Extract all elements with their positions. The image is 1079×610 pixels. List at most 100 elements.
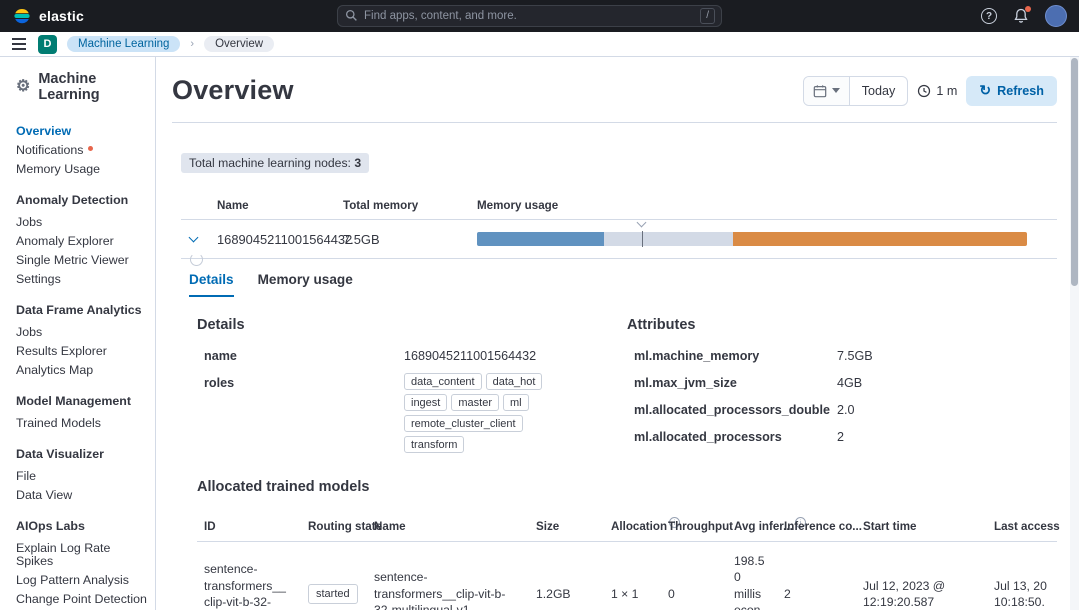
models-table: ID Routing state Name Size Allocation Th… bbox=[197, 511, 1060, 610]
jvm-limit-marker-line bbox=[642, 231, 643, 247]
sidebar-item-analytics-map[interactable]: Analytics Map bbox=[16, 364, 149, 377]
col-allocation[interactable]: Allocation bbox=[604, 511, 681, 541]
model-throughput: 0 bbox=[668, 586, 675, 601]
ml-side-nav: Machine Learning Overview Notifications … bbox=[0, 57, 156, 610]
breadcrumb-machine-learning[interactable]: Machine Learning bbox=[67, 36, 181, 52]
col-last-access[interactable]: Last access bbox=[987, 514, 1070, 541]
notifications-unread-dot bbox=[87, 145, 93, 151]
clock-icon bbox=[918, 84, 931, 97]
date-range-today[interactable]: Today bbox=[850, 84, 908, 98]
col-name: Name bbox=[217, 199, 249, 212]
calendar-icon bbox=[813, 84, 827, 97]
sidebar-item-memory-usage[interactable]: Memory Usage bbox=[16, 163, 149, 176]
model-allocation: 1 × 1 bbox=[611, 586, 639, 601]
col-start-time[interactable]: Start time bbox=[856, 514, 987, 541]
total-nodes-badge: Total machine learning nodes: 3 bbox=[181, 153, 370, 173]
sidebar-item-dfa-jobs[interactable]: Jobs bbox=[16, 326, 149, 339]
col-routing-state[interactable]: Routing state bbox=[301, 514, 382, 541]
total-nodes-count: 3 bbox=[354, 156, 362, 170]
scrollbar-thumb[interactable] bbox=[1071, 58, 1078, 286]
memory-segment-other bbox=[732, 232, 1027, 246]
nodes-table-header: Name Total memory Memory usage bbox=[181, 193, 1057, 220]
jvm-limit-marker-icon bbox=[636, 217, 647, 228]
brand-name: elastic bbox=[39, 8, 84, 24]
col-memory-usage: Memory usage bbox=[477, 199, 559, 212]
notifications-icon[interactable] bbox=[1013, 6, 1031, 24]
user-avatar[interactable] bbox=[1045, 5, 1067, 27]
model-start-time: Jul 12, 2023 @ 12:19:20.587 bbox=[863, 578, 946, 610]
model-id: sentence-transformers__clip-vit-b-32-mul… bbox=[204, 562, 286, 610]
auto-refresh-interval-label: 1 m bbox=[936, 83, 958, 98]
role-badge: ingest bbox=[404, 394, 448, 411]
help-icon[interactable] bbox=[981, 8, 997, 24]
breadcrumb-separator-icon: › bbox=[190, 38, 195, 50]
chevron-down-icon bbox=[188, 232, 198, 243]
sidebar-section-aiops-labs: AIOps Labs bbox=[16, 519, 85, 533]
attributes-heading: Attributes bbox=[627, 317, 696, 333]
sidebar-item-results-explorer[interactable]: Results Explorer bbox=[16, 345, 149, 358]
search-shortcut-key: / bbox=[700, 8, 715, 24]
breadcrumb-overview: Overview bbox=[204, 36, 275, 52]
col-throughput[interactable]: Throughput bbox=[661, 514, 733, 541]
collapse-node-row-button[interactable] bbox=[181, 227, 205, 251]
details-heading: Details bbox=[197, 317, 245, 333]
col-model-name[interactable]: Name bbox=[367, 514, 529, 541]
machine-learning-app-icon bbox=[16, 79, 30, 95]
model-last-access: Jul 13, 20 10:18:50. bbox=[994, 578, 1047, 610]
sidebar-item-settings[interactable]: Settings bbox=[16, 273, 149, 286]
attr-term: ml.allocated_processors_double bbox=[634, 403, 830, 417]
allocated-trained-models: Allocated trained models ID Routing stat… bbox=[197, 479, 1060, 610]
super-date-picker: Today bbox=[802, 75, 909, 106]
header-divider bbox=[172, 122, 1057, 123]
tab-details[interactable]: Details bbox=[189, 272, 234, 297]
sidebar-item-change-point-detection[interactable]: Change Point Detection bbox=[16, 593, 149, 606]
auto-refresh-interval[interactable]: 1 m bbox=[917, 84, 957, 98]
date-quick-menu-button[interactable] bbox=[803, 76, 850, 105]
notification-badge-dot bbox=[1025, 6, 1031, 12]
sidebar-item-anomaly-explorer[interactable]: Anomaly Explorer bbox=[16, 235, 149, 248]
sidebar-item-log-pattern-analysis[interactable]: Log Pattern Analysis bbox=[16, 574, 149, 587]
refresh-button[interactable]: Refresh bbox=[966, 75, 1057, 106]
attr-term: ml.max_jvm_size bbox=[634, 376, 737, 390]
memory-usage-bar bbox=[477, 217, 1027, 247]
sidebar-item-ad-jobs[interactable]: Jobs bbox=[16, 216, 149, 229]
col-size[interactable]: Size bbox=[529, 514, 604, 541]
date-picker-toolbar: Today 1 m Refresh bbox=[802, 75, 1057, 106]
sidebar-item-trained-models[interactable]: Trained Models bbox=[16, 417, 149, 430]
details-term-roles: roles bbox=[204, 376, 235, 390]
role-badge: data_hot bbox=[485, 373, 543, 390]
sidebar-section-data-visualizer: Data Visualizer bbox=[16, 447, 104, 461]
role-badge: ml bbox=[502, 394, 529, 411]
search-input[interactable] bbox=[337, 5, 722, 27]
breadcrumb-bar: D Machine Learning › Overview bbox=[0, 32, 1079, 57]
node-row: 1689045211001564432 7.5GB bbox=[181, 217, 1057, 259]
space-avatar[interactable]: D bbox=[38, 34, 57, 54]
tab-memory-usage[interactable]: Memory usage bbox=[258, 272, 353, 297]
memory-segment-free bbox=[603, 232, 733, 246]
hamburger-menu-icon[interactable] bbox=[12, 38, 26, 50]
sidebar-item-overview[interactable]: Overview bbox=[16, 125, 149, 138]
attributes-panel: Attributes ml.machine_memory 7.5GB ml.ma… bbox=[627, 317, 1057, 453]
models-table-header: ID Routing state Name Size Allocation Th… bbox=[197, 511, 1060, 542]
loading-spinner bbox=[190, 253, 203, 266]
refresh-button-label: Refresh bbox=[997, 83, 1044, 98]
sidebar-item-explain-log-rate-spikes[interactable]: Explain Log Rate Spikes bbox=[16, 542, 149, 568]
col-avg-inference[interactable]: Avg infer... bbox=[727, 511, 806, 541]
elastic-logo[interactable]: elastic bbox=[12, 6, 84, 26]
role-badge: remote_cluster_client bbox=[404, 415, 523, 432]
node-total-memory: 7.5GB bbox=[343, 231, 380, 247]
models-heading: Allocated trained models bbox=[197, 479, 370, 495]
attr-term: ml.machine_memory bbox=[634, 349, 760, 363]
sidebar-item-single-metric-viewer[interactable]: Single Metric Viewer bbox=[16, 254, 149, 267]
col-id[interactable]: ID bbox=[197, 514, 301, 541]
attr-value: 2.0 bbox=[837, 403, 855, 417]
sidebar-section-anomaly-detection: Anomaly Detection bbox=[16, 193, 129, 207]
node-id: 1689045211001564432 bbox=[217, 231, 353, 247]
sidebar-item-data-view[interactable]: Data View bbox=[16, 489, 149, 502]
col-inference-count[interactable]: Inference co... bbox=[777, 514, 862, 541]
search-icon bbox=[345, 9, 357, 21]
attr-term: ml.allocated_processors bbox=[634, 430, 782, 444]
sidebar-item-notifications[interactable]: Notifications bbox=[16, 144, 149, 157]
model-name: sentence-transformers__clip-vit-b-32-mul… bbox=[374, 570, 506, 610]
sidebar-item-file[interactable]: File bbox=[16, 470, 149, 483]
